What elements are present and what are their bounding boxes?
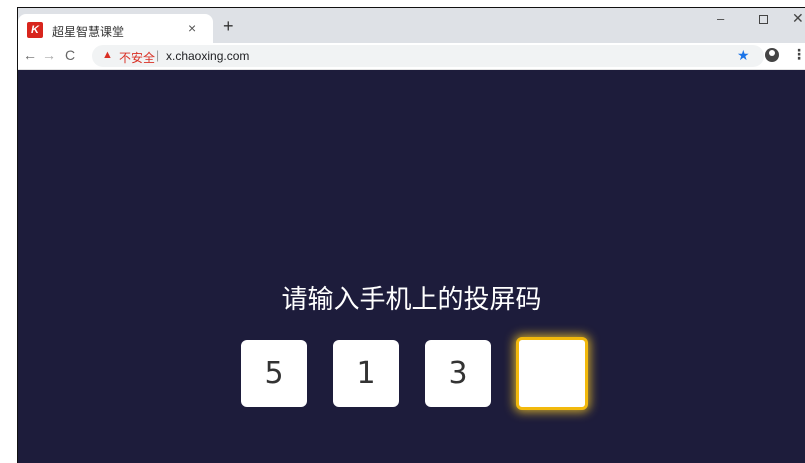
tab-close-icon[interactable]: × bbox=[188, 20, 196, 36]
forward-arrow-icon[interactable]: → bbox=[42, 47, 56, 63]
minimize-button[interactable]: – bbox=[717, 11, 724, 26]
code-digit-box-2[interactable]: 1 bbox=[333, 340, 399, 407]
code-digit-box-3[interactable]: 3 bbox=[425, 340, 491, 407]
warning-icon: ▲ bbox=[102, 49, 113, 61]
bookmark-star-icon[interactable]: ★ bbox=[737, 47, 750, 64]
code-digit-box-4[interactable] bbox=[516, 337, 588, 410]
url-divider: | bbox=[156, 48, 160, 62]
close-window-button[interactable]: ✕ bbox=[792, 10, 804, 27]
url-text[interactable]: x.chaoxing.com bbox=[166, 49, 249, 63]
tab-chaoxing[interactable]: K 超星智慧课堂 × bbox=[18, 14, 213, 43]
new-tab-button[interactable]: + bbox=[223, 17, 234, 35]
security-label[interactable]: 不安全 bbox=[119, 49, 155, 66]
maximize-button[interactable] bbox=[759, 15, 768, 24]
reload-icon[interactable]: C bbox=[65, 47, 75, 63]
address-bar[interactable]: ▲ 不安全 | x.chaoxing.com bbox=[92, 45, 764, 67]
tab-title: 超星智慧课堂 bbox=[52, 25, 125, 39]
profile-icon[interactable] bbox=[765, 48, 779, 62]
tab-strip: K 超星智慧课堂 × + – ✕ bbox=[18, 8, 805, 43]
back-arrow-icon[interactable]: ← bbox=[23, 47, 37, 63]
menu-icon[interactable]: ⋮ bbox=[792, 46, 805, 63]
browser-window: K 超星智慧课堂 × + – ✕ ← → C ▲ 不安全 | x.chaoxin… bbox=[17, 7, 805, 463]
browser-toolbar: ← → C ▲ 不安全 | x.chaoxing.com ★ ⋮ bbox=[18, 43, 805, 70]
page-title: 请输入手机上的投屏码 bbox=[281, 285, 542, 315]
page-content: 请输入手机上的投屏码 5 1 3 bbox=[18, 70, 805, 463]
chaoxing-logo-icon: K bbox=[27, 22, 43, 38]
code-digit-box-1[interactable]: 5 bbox=[241, 340, 307, 407]
